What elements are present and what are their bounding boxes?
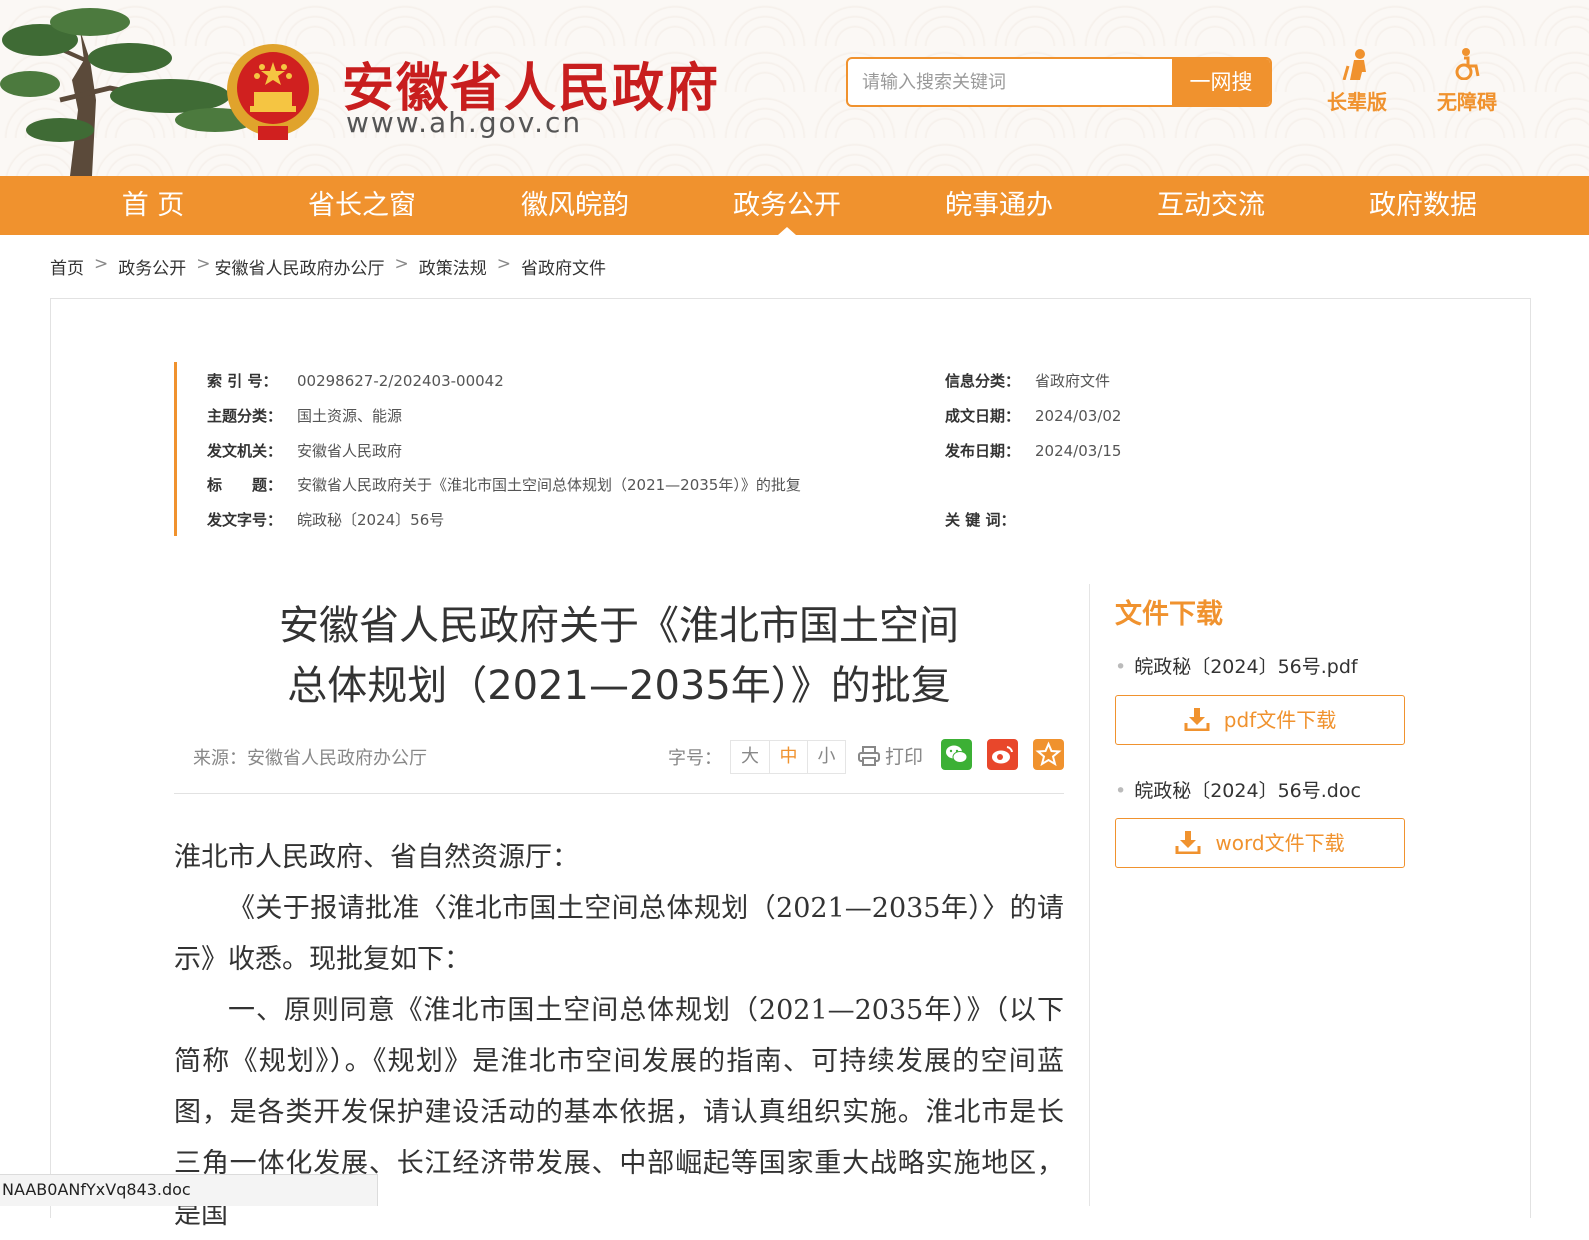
nav-item-governor[interactable]: 省长之窗	[262, 176, 462, 235]
document-meta: 索 引 号： 00298627-2/202403-00042 主题分类： 国土资源、…	[174, 362, 1174, 536]
meta-value: 00298627-2/202403-00042	[297, 372, 504, 390]
chevron-right-icon: >	[496, 254, 511, 274]
search-input[interactable]	[848, 59, 1172, 105]
nav-item-gov-data[interactable]: 政府数据	[1323, 176, 1523, 235]
browser-status-bar: NAAB0ANfYxVq843.doc	[0, 1174, 378, 1206]
file-name: 皖政秘〔2024〕56号.pdf	[1134, 656, 1358, 678]
site-header: 安徽省人民政府 www.ah.gov.cn 一网搜 长辈版 无障碍	[0, 0, 1589, 176]
title-divider	[174, 793, 1064, 794]
meta-category: 信息分类： 省政府文件	[945, 370, 1110, 391]
breadcrumb-office[interactable]: 安徽省人民政府办公厅	[215, 254, 385, 279]
chevron-right-icon: >	[94, 254, 109, 274]
file-name: 皖政秘〔2024〕56号.doc	[1134, 780, 1361, 802]
article-title-line: 总体规划（2021—2035年）》的批复	[287, 663, 951, 709]
font-size-label: 字号：	[668, 748, 722, 769]
meta-doc-no: 发文字号： 皖政秘〔2024〕56号	[207, 509, 444, 530]
nav-item-culture[interactable]: 徽风皖韵	[475, 176, 675, 235]
elder-icon	[1342, 49, 1366, 80]
elder-mode-button[interactable]: 长辈版	[1312, 48, 1402, 115]
nav-item-gov-affairs[interactable]: 政务公开	[687, 176, 887, 235]
font-size-control: 字号： 大 中 小	[668, 740, 846, 774]
font-size-group: 大 中 小	[730, 740, 846, 774]
main-nav: 首 页 省长之窗 徽风皖韵 政务公开 皖事通办 互动交流 政府数据	[0, 176, 1589, 235]
meta-value: 皖政秘〔2024〕56号	[297, 511, 445, 529]
font-size-small-button[interactable]: 小	[807, 741, 845, 773]
breadcrumb-gov-affairs[interactable]: 政务公开	[118, 254, 186, 279]
meta-value: 安徽省人民政府关于《淮北市国土空间总体规划（2021—2035年）》的批复	[297, 476, 801, 494]
article-title-line: 安徽省人民政府关于《淮北市国土空间	[279, 603, 959, 649]
meta-label: 主题分类：	[207, 407, 283, 425]
meta-keywords: 关 键 词：	[945, 509, 1035, 530]
site-url: www.ah.gov.cn	[346, 106, 583, 139]
bullet-icon: •	[1115, 780, 1127, 802]
print-button[interactable]: 打印	[858, 742, 923, 769]
favorite-star-icon[interactable]	[1033, 739, 1064, 770]
pine-tree-icon	[0, 8, 255, 176]
meta-value: 2024/03/02	[1035, 407, 1122, 425]
accessibility-button[interactable]: 无障碍	[1422, 48, 1512, 115]
download-file-name: • 皖政秘〔2024〕56号.pdf	[1115, 652, 1358, 679]
font-size-medium-button[interactable]: 中	[769, 741, 807, 773]
print-label: 打印	[885, 746, 924, 768]
meta-topic: 主题分类： 国土资源、能源	[207, 405, 402, 426]
elder-mode-label: 长辈版	[1327, 90, 1387, 114]
download-file-name: • 皖政秘〔2024〕56号.doc	[1115, 776, 1361, 803]
pdf-download-button[interactable]: pdf文件下载	[1115, 695, 1405, 745]
word-download-button[interactable]: word文件下载	[1115, 818, 1405, 868]
meta-value: 省政府文件	[1035, 372, 1111, 390]
nav-item-interaction[interactable]: 互动交流	[1111, 176, 1311, 235]
chevron-right-icon: >	[394, 254, 409, 274]
meta-written-date: 成文日期： 2024/03/02	[945, 405, 1121, 426]
article-paragraph: 《关于报请批准〈淮北市国土空间总体规划（2021—2035年）〉的请示》收悉。现…	[174, 893, 1064, 975]
breadcrumb-policy[interactable]: 政策法规	[419, 254, 487, 279]
meta-label: 发文字号：	[207, 511, 283, 529]
font-size-large-button[interactable]: 大	[731, 741, 769, 773]
meta-value: 国土资源、能源	[297, 407, 403, 425]
printer-icon	[858, 745, 880, 766]
meta-label: 索 引 号：	[207, 372, 278, 390]
download-section-title: 文件下载	[1115, 599, 1223, 630]
star-icon	[1035, 741, 1062, 767]
word-download-label: word文件下载	[1215, 831, 1345, 855]
meta-label: 关 键 词：	[945, 511, 1016, 529]
meta-index-no: 索 引 号： 00298627-2/202403-00042	[207, 370, 504, 391]
download-icon	[1175, 831, 1201, 855]
accessibility-label: 无障碍	[1437, 90, 1497, 114]
meta-label: 成文日期：	[945, 407, 1021, 425]
breadcrumb-home[interactable]: 首页	[50, 254, 84, 279]
meta-title: 标 题： 安徽省人民政府关于《淮北市国土空间总体规划（2021—2035年）》的批…	[207, 474, 801, 495]
weibo-icon	[992, 746, 1013, 764]
wechat-share-icon[interactable]	[941, 739, 972, 770]
meta-value: 2024/03/15	[1035, 442, 1122, 460]
sidebar-divider	[1089, 584, 1090, 1206]
national-emblem-icon	[227, 44, 319, 140]
wechat-icon	[946, 745, 968, 763]
meta-label: 信息分类：	[945, 372, 1021, 390]
wheelchair-icon	[1455, 48, 1480, 80]
nav-item-home[interactable]: 首 页	[53, 176, 253, 235]
weibo-share-icon[interactable]	[987, 739, 1018, 770]
chevron-right-icon: >	[196, 254, 211, 274]
pdf-download-label: pdf文件下载	[1223, 708, 1337, 732]
download-icon	[1184, 708, 1210, 732]
article-source: 来源：安徽省人民政府办公厅	[193, 748, 427, 769]
search-button[interactable]: 一网搜	[1172, 59, 1270, 105]
article-paragraph: 淮北市人民政府、省自然资源厅：	[174, 842, 579, 873]
meta-label: 发文机关：	[207, 442, 283, 460]
breadcrumb-provincial-docs[interactable]: 省政府文件	[521, 254, 606, 279]
nav-item-services[interactable]: 皖事通办	[899, 176, 1099, 235]
breadcrumb: 首页 > 政务公开 > 安徽省人民政府办公厅 > 政策法规 > 省政府文件	[50, 254, 606, 279]
article-title: 安徽省人民政府关于《淮北市国土空间 总体规划（2021—2035年）》的批复	[174, 596, 1064, 716]
meta-label: 发布日期：	[945, 442, 1021, 460]
meta-publish-date: 发布日期： 2024/03/15	[945, 440, 1121, 461]
meta-issuer: 发文机关： 安徽省人民政府	[207, 440, 402, 461]
meta-label: 标 题：	[207, 476, 283, 494]
bullet-icon: •	[1115, 656, 1127, 678]
search-box: 一网搜	[846, 57, 1272, 107]
meta-value: 安徽省人民政府	[297, 442, 403, 460]
